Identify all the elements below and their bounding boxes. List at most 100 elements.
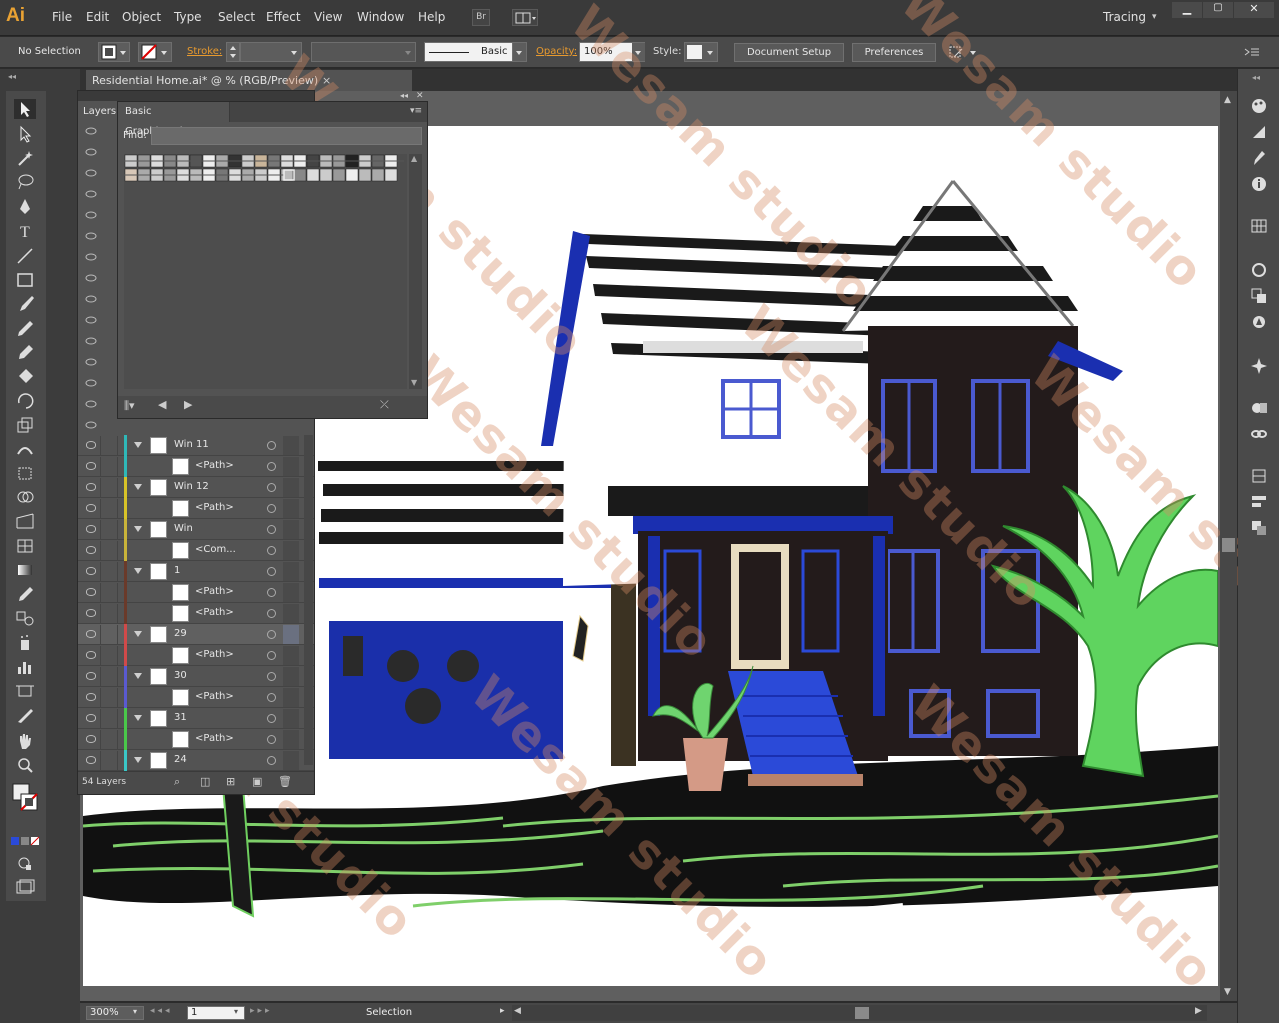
visibility-eye-icon[interactable] [86, 714, 96, 722]
target-circle-icon[interactable] [267, 756, 276, 765]
swatches-grid-icon[interactable] [1250, 217, 1268, 235]
lock-toggle[interactable] [100, 688, 118, 707]
hand-tool-icon[interactable] [14, 731, 36, 751]
visibility-eye-icon[interactable] [86, 567, 96, 575]
shape-builder-tool-icon[interactable] [14, 487, 36, 507]
status-menu-arrow-icon[interactable]: ▸ [500, 1006, 505, 1016]
lasso-tool-icon[interactable] [14, 172, 36, 192]
menu-select[interactable]: Select [218, 10, 255, 24]
menu-help[interactable]: Help [418, 10, 445, 24]
menu-effect[interactable]: Effect [266, 10, 301, 24]
visibility-eye-icon[interactable] [86, 525, 96, 533]
horizontal-scrollbar[interactable]: ◀ ▶ [512, 1005, 1207, 1021]
next-library-icon[interactable]: ▶ [184, 398, 192, 411]
transparency-panel-icon[interactable] [1250, 287, 1268, 305]
selection-column[interactable] [283, 457, 299, 476]
workspace-switcher[interactable]: Tracing [1103, 10, 1146, 24]
fill-color-picker[interactable] [98, 42, 130, 62]
symbol-sprayer-tool-icon[interactable] [14, 633, 36, 653]
layer-name[interactable]: 30 [174, 670, 187, 681]
rotate-tool-icon[interactable] [14, 391, 36, 411]
vertical-scroll-thumb[interactable] [1222, 538, 1235, 552]
artboard-first-prev-icons[interactable]: ◂◂◂ [150, 1006, 185, 1020]
scroll-right-icon[interactable]: ▶ [1195, 1006, 1202, 1016]
clipping-mask-icon[interactable]: ◫ [200, 775, 210, 788]
expand-triangle-icon[interactable] [134, 757, 142, 763]
visibility-eye-icon[interactable] [86, 483, 96, 491]
align-panel-icon[interactable] [1250, 493, 1268, 511]
layer-name[interactable]: <Com... [195, 544, 236, 555]
artboard-number-select[interactable]: 1 ▾ [187, 1006, 245, 1020]
selection-column[interactable] [283, 436, 299, 455]
locate-object-icon[interactable]: ⌕ [174, 775, 180, 789]
horizontal-scroll-thumb[interactable] [855, 1007, 869, 1019]
lock-toggle[interactable] [100, 499, 118, 518]
target-circle-icon[interactable] [267, 651, 276, 660]
lock-toggle[interactable] [100, 583, 118, 602]
selection-tool-icon[interactable] [14, 99, 36, 119]
visibility-eye-icon[interactable] [86, 462, 96, 470]
layers-scrollbar[interactable] [304, 435, 313, 765]
artboard-next-last-icons[interactable]: ▸▸▸ [250, 1006, 273, 1016]
free-transform-tool-icon[interactable] [14, 463, 36, 483]
toolbar-collapse-icon[interactable]: ◂◂ [8, 72, 16, 81]
brushes-panel-icon[interactable] [1250, 149, 1268, 167]
layer-name[interactable]: <Path> [195, 586, 234, 597]
layer-name[interactable]: 1 [174, 565, 180, 576]
preferences-button[interactable]: Preferences [852, 43, 936, 62]
new-layer-icon[interactable]: ▣ [252, 775, 262, 788]
target-circle-icon[interactable] [267, 504, 276, 513]
lock-toggle[interactable] [100, 604, 118, 623]
lock-toggle[interactable] [100, 625, 118, 644]
scroll-down-icon[interactable]: ▼ [1224, 987, 1231, 997]
perspective-grid-tool-icon[interactable] [14, 511, 36, 531]
slice-tool-icon[interactable] [14, 706, 36, 726]
zoom-level-select[interactable]: 300% ▾ [86, 1006, 144, 1020]
selection-column[interactable] [283, 730, 299, 749]
column-graph-tool-icon[interactable] [14, 657, 36, 677]
tab-layers[interactable]: Layers [78, 101, 120, 123]
panel-menu-icon[interactable]: ▾≡ [410, 106, 422, 116]
control-panel-menu-icon[interactable] [1243, 45, 1261, 59]
lock-toggle[interactable] [100, 709, 118, 728]
workspace-chevron-icon[interactable]: ▾ [1152, 12, 1157, 22]
vertical-scrollbar[interactable]: ▲ ▼ [1220, 91, 1237, 1001]
lock-toggle[interactable] [100, 541, 118, 560]
info-panel-icon[interactable] [1250, 175, 1268, 193]
layer-row[interactable]: <Path> [78, 582, 314, 603]
visibility-eye-icon[interactable] [86, 756, 96, 764]
graphic-style-picker[interactable] [684, 42, 718, 62]
draw-mode-icon[interactable] [14, 853, 36, 873]
color-mode-buttons[interactable] [11, 836, 41, 846]
minimize-button[interactable]: ▁ [1172, 2, 1202, 18]
fill-stroke-swatches[interactable] [10, 781, 40, 819]
menu-view[interactable]: View [314, 10, 342, 24]
layer-row[interactable]: 1 [78, 561, 314, 582]
visibility-eye-icon[interactable] [86, 735, 96, 743]
swatch-scrollbar[interactable]: ▲ ▼ [409, 154, 422, 389]
lock-toggle[interactable] [100, 457, 118, 476]
layer-row[interactable]: 31 [78, 708, 314, 729]
layer-name[interactable]: Win [174, 523, 193, 534]
menu-edit[interactable]: Edit [86, 10, 109, 24]
lock-toggle[interactable] [100, 730, 118, 749]
target-circle-icon[interactable] [267, 735, 276, 744]
pencil-tool-icon[interactable] [14, 318, 36, 338]
stroke-label[interactable]: Stroke: [187, 46, 222, 57]
layer-name[interactable]: <Path> [195, 691, 234, 702]
expand-triangle-icon[interactable] [134, 484, 142, 490]
target-circle-icon[interactable] [267, 525, 276, 534]
target-circle-icon[interactable] [267, 567, 276, 576]
layer-row[interactable]: <Com... [78, 540, 314, 561]
document-setup-button[interactable]: Document Setup [734, 43, 844, 62]
layer-name[interactable]: <Path> [195, 649, 234, 660]
lock-toggle[interactable] [100, 520, 118, 539]
visibility-eye-icon[interactable] [86, 693, 96, 701]
selection-column[interactable] [283, 583, 299, 602]
layer-row[interactable]: <Path> [78, 687, 314, 708]
arrange-documents-icon[interactable] [512, 9, 538, 26]
variable-width-profile[interactable] [311, 42, 416, 62]
swatch-thumbnails[interactable] [124, 154, 407, 184]
appearance-panel-icon[interactable] [1250, 261, 1268, 279]
graphic-styles-icon[interactable] [1250, 399, 1268, 417]
